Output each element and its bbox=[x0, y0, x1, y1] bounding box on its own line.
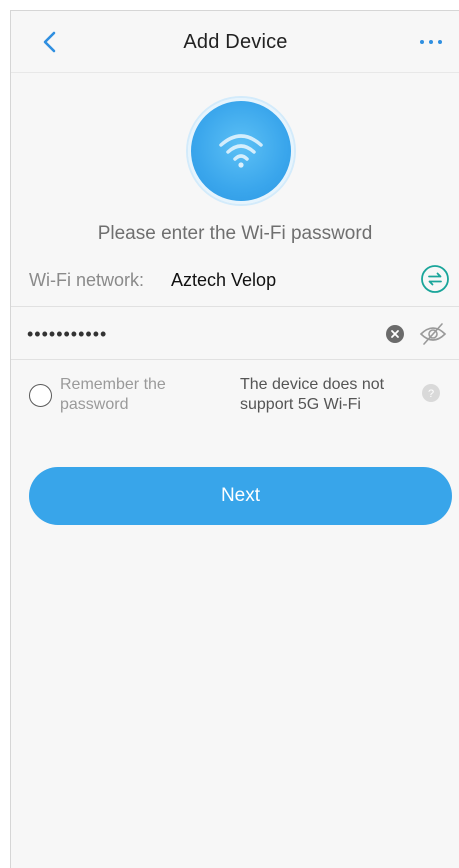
svg-text:?: ? bbox=[428, 388, 434, 400]
switch-network-icon[interactable] bbox=[420, 264, 450, 294]
network-label: Wi-Fi network: bbox=[29, 270, 145, 290]
next-button[interactable]: Next bbox=[29, 467, 452, 525]
more-horizontal-icon bbox=[420, 40, 442, 44]
wifi-prompt: Please enter the Wi-Fi password bbox=[97, 223, 373, 244]
wifi-icon bbox=[219, 134, 263, 168]
help-icon[interactable]: ? bbox=[422, 384, 440, 402]
app-screen: Add Device Please enter the Wi-Fi passwo… bbox=[10, 10, 459, 868]
network-name: Aztech Velop bbox=[171, 270, 277, 290]
header-bar: Add Device bbox=[11, 11, 459, 73]
clear-icon[interactable] bbox=[386, 325, 404, 343]
wifi-illustration bbox=[188, 98, 294, 204]
remember-password-radio[interactable] bbox=[29, 384, 52, 407]
password-row bbox=[11, 308, 459, 360]
page-title: Add Device bbox=[183, 31, 288, 53]
remember-password-label: Remember the password bbox=[60, 376, 166, 413]
5g-support-note: The device does not support 5G Wi-Fi bbox=[240, 376, 385, 413]
network-row: Wi-Fi network: Aztech Velop bbox=[11, 255, 459, 307]
eye-off-icon[interactable] bbox=[418, 321, 448, 347]
more-button[interactable] bbox=[416, 31, 446, 53]
remember-password-option[interactable]: Remember the password bbox=[29, 373, 219, 417]
password-input[interactable] bbox=[27, 320, 357, 348]
